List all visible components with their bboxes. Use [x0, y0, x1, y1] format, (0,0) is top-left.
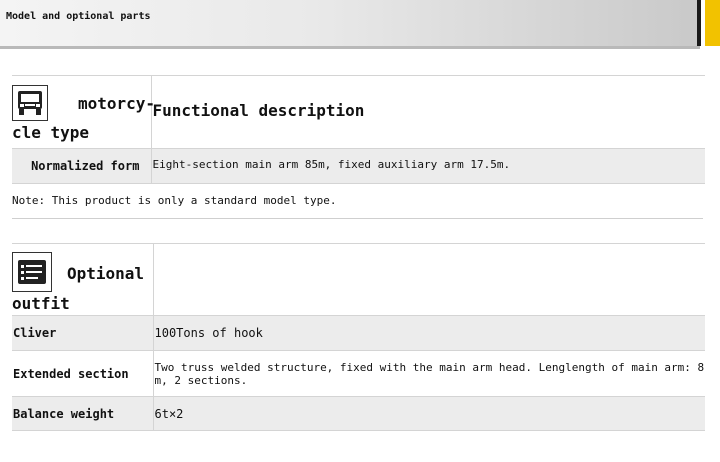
- optional-label-line1: Optional: [67, 264, 145, 283]
- model-header-row: motorcy- cle type Functional description: [12, 75, 705, 149]
- row-label: Balance weight: [12, 396, 153, 431]
- optional-label-line2: outfit: [12, 294, 70, 313]
- page-header: Model and optional parts: [0, 0, 700, 49]
- document-list-icon: [12, 252, 52, 292]
- row-label: Normalized form: [12, 148, 151, 184]
- header-accent-bar: [705, 0, 720, 46]
- page-header-title: Model and optional parts: [6, 11, 151, 22]
- table-row: Normalized form Eight-section main arm 8…: [12, 148, 705, 184]
- model-type-cell: motorcy- cle type: [12, 75, 155, 149]
- row-value: Eight-section main arm 85m, fixed auxili…: [150, 148, 705, 184]
- row-label: Extended section: [12, 350, 153, 397]
- table-row: Balance weight 6t×2: [12, 396, 705, 431]
- model-table: motorcy- cle type Functional description…: [12, 75, 705, 184]
- row-value-line1: Two truss welded structure, fixed with t…: [154, 360, 705, 374]
- note-text: Note: This product is only a standard mo…: [12, 192, 703, 219]
- model-type-label-line2: cle type: [12, 123, 90, 142]
- table-row: Cliver 100Tons of hook: [12, 315, 705, 351]
- optional-header-cell: Optional outfit: [12, 243, 153, 316]
- model-type-label-line1: motorcy-: [78, 94, 156, 113]
- row-label: Cliver: [12, 315, 153, 351]
- truck-front-icon: [12, 85, 48, 121]
- optional-header-row: Optional outfit: [12, 243, 705, 316]
- header-divider: [697, 0, 701, 46]
- row-value-line2: m, 2 sections.: [154, 373, 248, 387]
- row-value: 100Tons of hook: [152, 315, 705, 351]
- row-value: Two truss welded structure, fixed with t…: [152, 350, 705, 397]
- optional-table: Optional outfit Cliver 100Tons of hook E…: [12, 243, 705, 431]
- row-value: 6t×2: [152, 396, 705, 431]
- table-row: Extended section Two truss welded struct…: [12, 350, 705, 397]
- optional-header-blank: [152, 243, 705, 316]
- functional-description-header: Functional description: [150, 75, 705, 149]
